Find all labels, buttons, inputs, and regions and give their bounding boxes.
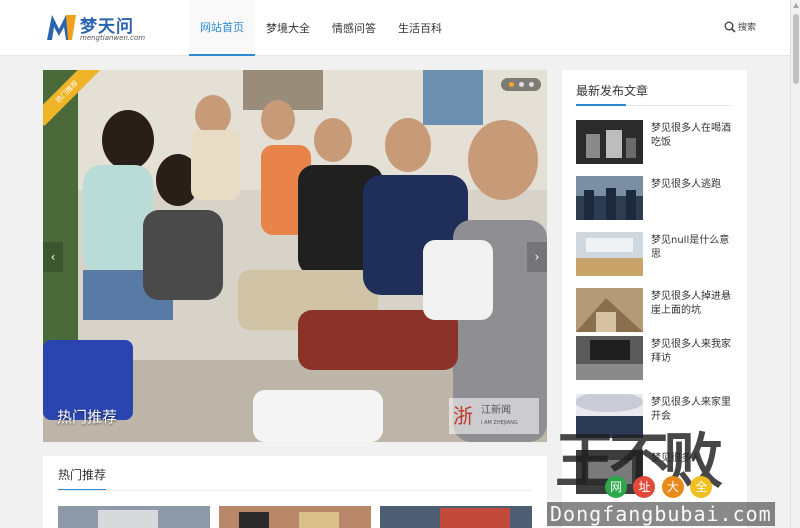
hot-thumb[interactable] [380, 506, 532, 528]
sidebar-item-title[interactable]: 梦见很多人来家里开会 [651, 396, 736, 424]
featured-slider[interactable]: 热门推荐 ‹ › 热门推荐 浙 江新闻 I AM ZHEJIANG [43, 70, 547, 442]
sidebar-item[interactable]: 梦见null是什么意思 [576, 232, 736, 278]
sidebar-item-title[interactable]: 梦见很多人在喝酒吃饭 [651, 122, 736, 150]
sidebar-item[interactable]: 梦见很多人逃跑 [576, 176, 736, 222]
site-header: 梦天问 mengtianwen.com 网站首页 梦境大全 情感问答 生活百科 … [0, 0, 790, 56]
sidebar-item-title[interactable]: 梦见null是什么意思 [651, 234, 736, 262]
search-button[interactable]: 搜索 [724, 20, 756, 33]
slide-photo[interactable] [43, 70, 547, 442]
slide-dot[interactable] [528, 82, 534, 87]
sidebar-title: 最新发布文章 [576, 84, 649, 98]
hot-thumb[interactable] [219, 506, 371, 528]
sidebar-item[interactable]: 梦见很多人 [576, 450, 736, 496]
scroll-thumb[interactable] [793, 14, 799, 84]
sidebar-item-title[interactable]: 梦见很多人掉进悬崖上面的坑 [651, 290, 736, 318]
sidebar-item-title[interactable]: 梦见很多人来我家拜访 [651, 338, 736, 366]
site-logo[interactable]: 梦天问 mengtianwen.com [46, 10, 156, 46]
sidebar-item[interactable]: 梦见很多人掉进悬崖上面的坑 [576, 288, 736, 334]
nav-item-emotion[interactable]: 情感问答 [321, 0, 387, 56]
nav-item-dreams[interactable]: 梦境大全 [255, 0, 321, 56]
sidebar-item-title[interactable]: 梦见很多人逃跑 [651, 178, 736, 192]
main-nav: 网站首页 梦境大全 情感问答 生活百科 [189, 0, 453, 56]
news-watermark-en: I AM ZHEJIANG [481, 420, 518, 426]
sidebar-item-thumb[interactable] [576, 288, 643, 332]
sidebar-item-thumb[interactable] [576, 232, 643, 276]
sidebar-item-thumb[interactable] [576, 176, 643, 220]
slide-next-button[interactable]: › [527, 242, 547, 272]
sidebar: 最新发布文章 梦见很多人在喝酒吃饭 梦见很多人逃跑 梦见null是什么意思 梦见… [562, 70, 747, 528]
hot-thumb[interactable] [58, 506, 210, 528]
sidebar-title-underline [576, 104, 626, 106]
slide-caption[interactable]: 热门推荐 [57, 406, 117, 427]
news-watermark-text: 江新闻 [481, 405, 511, 416]
search-label: 搜索 [738, 23, 757, 33]
sidebar-item[interactable]: 梦见很多人来家里开会 [576, 394, 736, 440]
hot-section: 热门推荐 [43, 456, 547, 528]
slide-pagination [501, 78, 541, 91]
scroll-up-icon[interactable] [793, 3, 799, 8]
news-watermark-char: 浙 [453, 404, 473, 428]
slide-dot[interactable] [518, 82, 524, 87]
search-icon [724, 21, 736, 33]
chevron-right-icon: › [534, 250, 540, 264]
sidebar-item-thumb[interactable] [576, 450, 643, 494]
slide-prev-button[interactable]: ‹ [43, 242, 63, 272]
slide-dot[interactable] [508, 82, 514, 87]
chevron-left-icon: ‹ [50, 250, 56, 264]
sidebar-item-thumb[interactable] [576, 120, 643, 164]
sidebar-item-thumb[interactable] [576, 394, 643, 438]
nav-item-home[interactable]: 网站首页 [189, 0, 255, 56]
sidebar-item[interactable]: 梦见很多人在喝酒吃饭 [576, 120, 736, 166]
nav-item-life[interactable]: 生活百科 [387, 0, 453, 56]
page-scrollbar[interactable] [790, 0, 800, 528]
section-divider [58, 490, 532, 491]
logo-mark-icon [47, 15, 76, 40]
news-watermark: 浙 江新闻 I AM ZHEJIANG [449, 398, 539, 434]
logo-subtitle: mengtianwen.com [80, 34, 146, 42]
sidebar-item-title[interactable]: 梦见很多人 [651, 452, 736, 466]
sidebar-item-thumb[interactable] [576, 336, 643, 380]
hot-section-title: 热门推荐 [58, 466, 107, 491]
sidebar-item[interactable]: 梦见很多人来我家拜访 [576, 336, 736, 382]
